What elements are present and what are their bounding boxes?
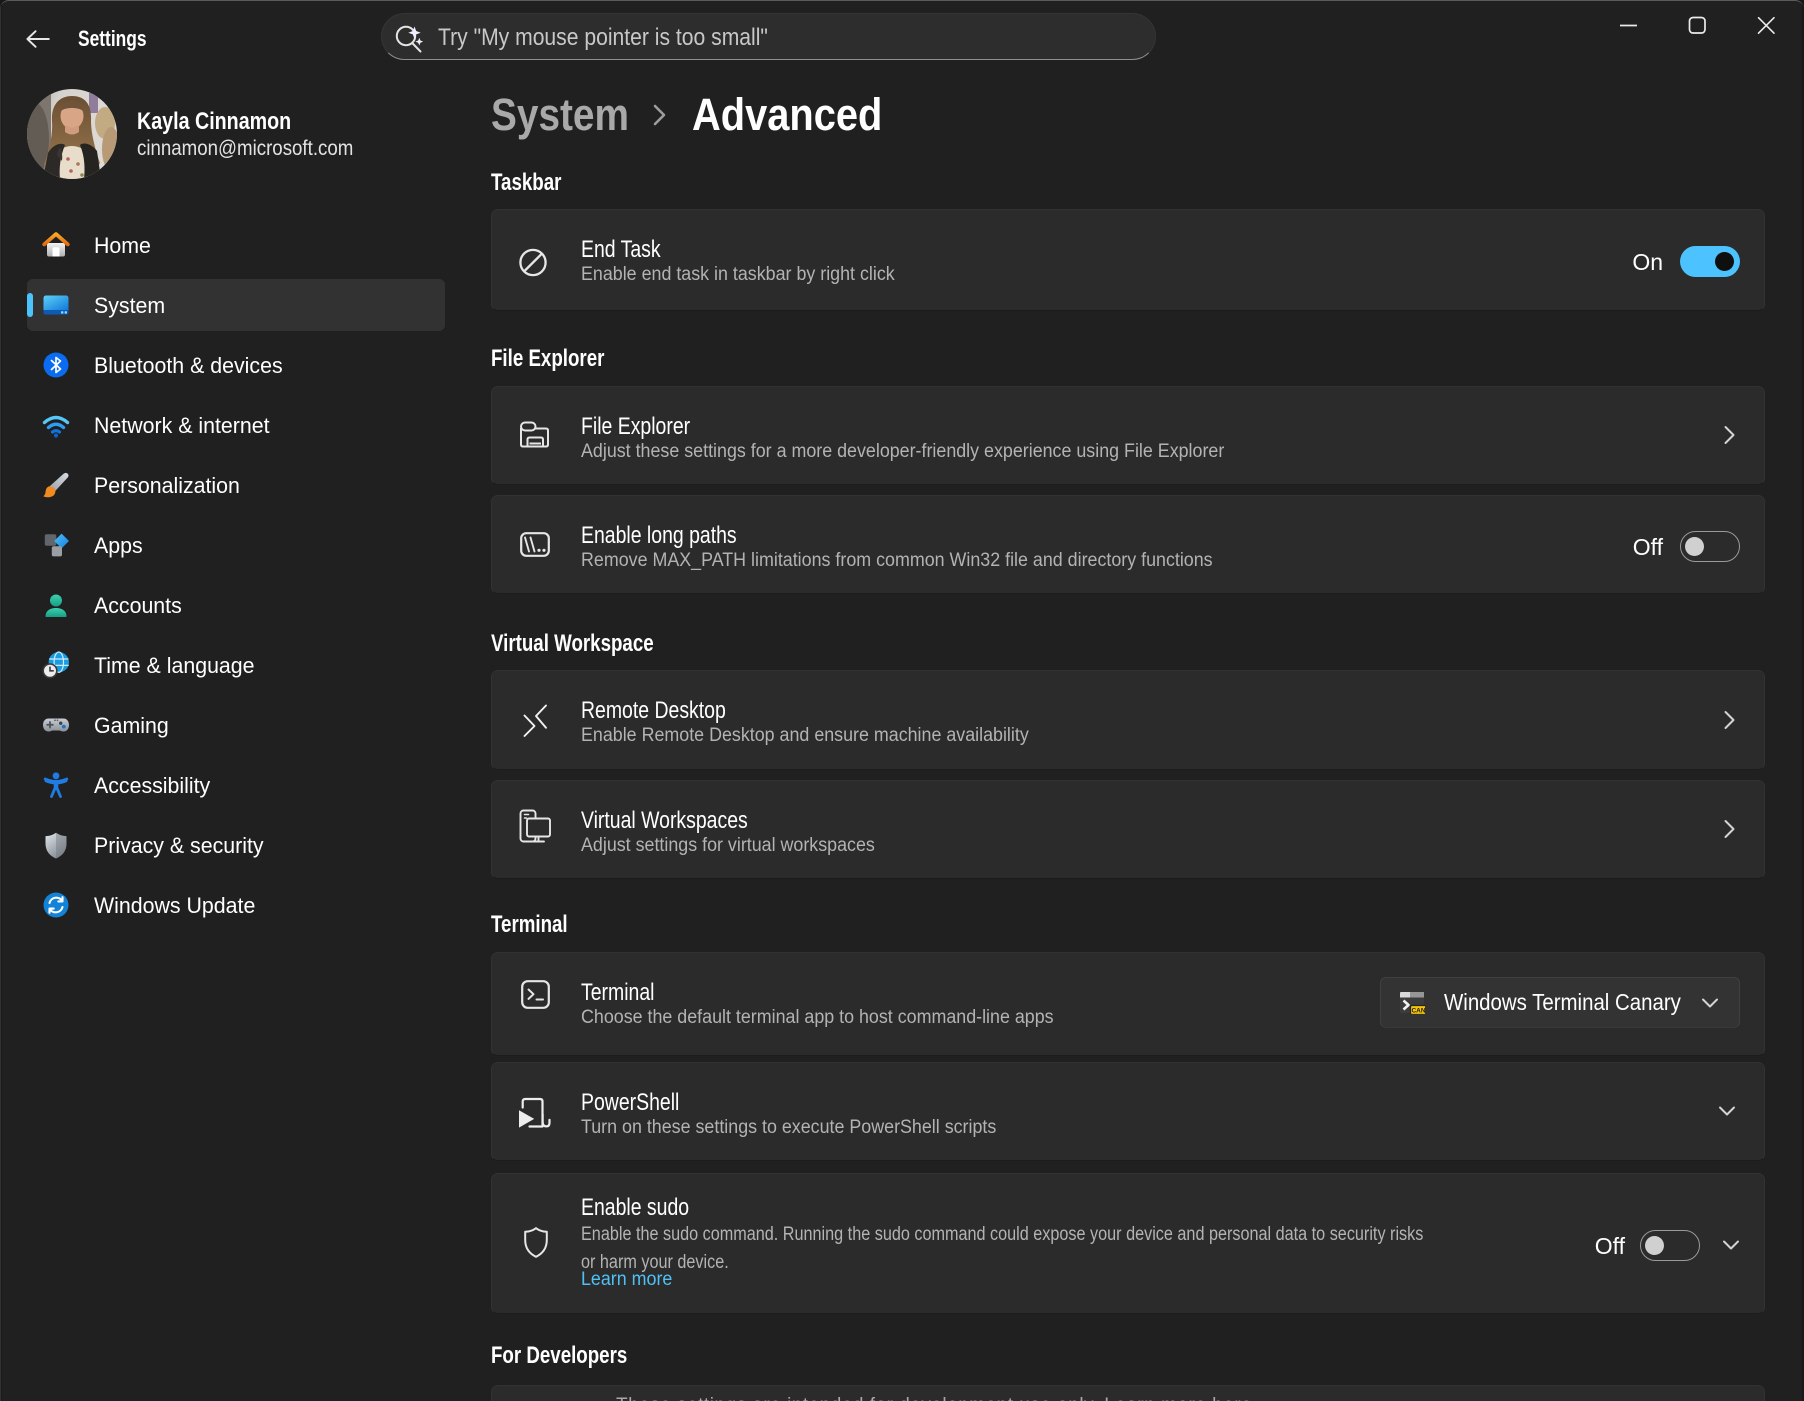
svg-text:CAN: CAN [1411,1008,1425,1015]
